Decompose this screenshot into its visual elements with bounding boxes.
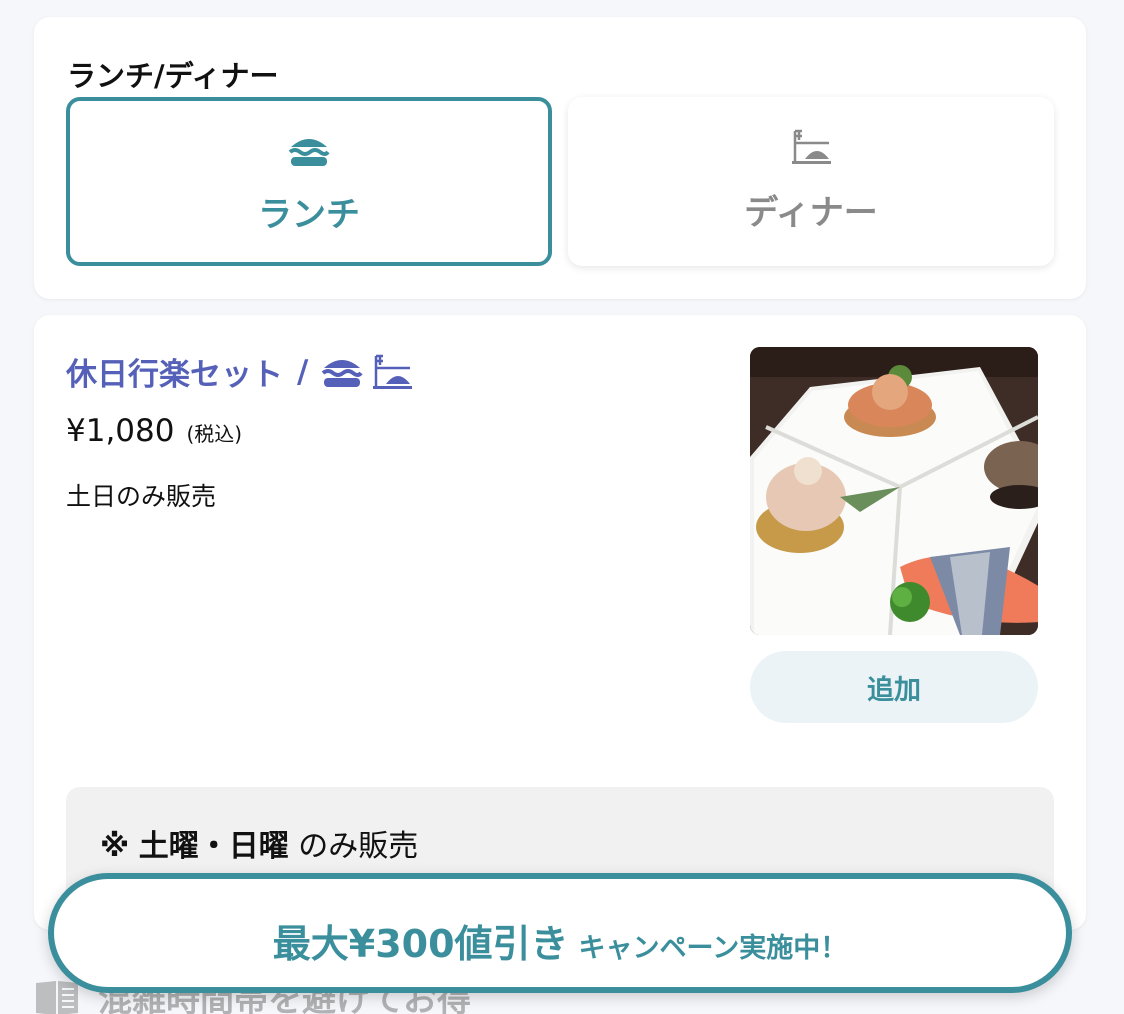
dinner-cloche-icon (373, 354, 413, 389)
item-description: 土日のみ販売 (66, 482, 217, 511)
notice-prefix: ※ (100, 829, 130, 864)
item-title-row: 休日行楽セット / (66, 349, 420, 394)
burger-icon (288, 139, 330, 166)
add-button[interactable]: 追加 (750, 651, 1038, 723)
menu-item-card: 休日行楽セット / ¥1,080 (税込) 土日のみ販売 追加 ※ 土曜・日曜 … (34, 315, 1086, 930)
dinner-cloche-icon (792, 129, 831, 164)
item-name: 休日行楽セット (66, 357, 283, 393)
tab-lunch[interactable]: ランチ (66, 97, 552, 266)
item-price: ¥1,080 (66, 413, 175, 449)
price-row: ¥1,080 (税込) (66, 413, 242, 449)
tab-lunch-label: ランチ (258, 195, 360, 235)
food-plate-image (750, 347, 1038, 635)
notice-text: ※ 土曜・日曜 のみ販売 (100, 821, 418, 865)
tax-note: (税込) (186, 422, 243, 446)
meal-select-card: ランチ/ディナー ランチ ディナー (34, 17, 1086, 299)
campaign-text: 最大¥300値引き キャンペーン実施中！ (54, 913, 1066, 968)
campaign-banner-button[interactable]: 最大¥300値引き キャンペーン実施中！ (48, 873, 1072, 993)
item-photo (750, 347, 1038, 635)
campaign-discount: 最大¥300値引き (272, 922, 569, 966)
burger-icon (322, 359, 363, 387)
tab-dinner[interactable]: ディナー (568, 97, 1054, 266)
item-separator: / (297, 353, 309, 390)
section-title: ランチ/ディナー (67, 59, 279, 93)
notice-days: 土曜・日曜 (138, 829, 289, 864)
notice-suffix: のみ販売 (298, 829, 419, 864)
campaign-subtext: キャンペーン実施中！ (578, 933, 848, 964)
tab-dinner-label: ディナー (744, 193, 878, 233)
